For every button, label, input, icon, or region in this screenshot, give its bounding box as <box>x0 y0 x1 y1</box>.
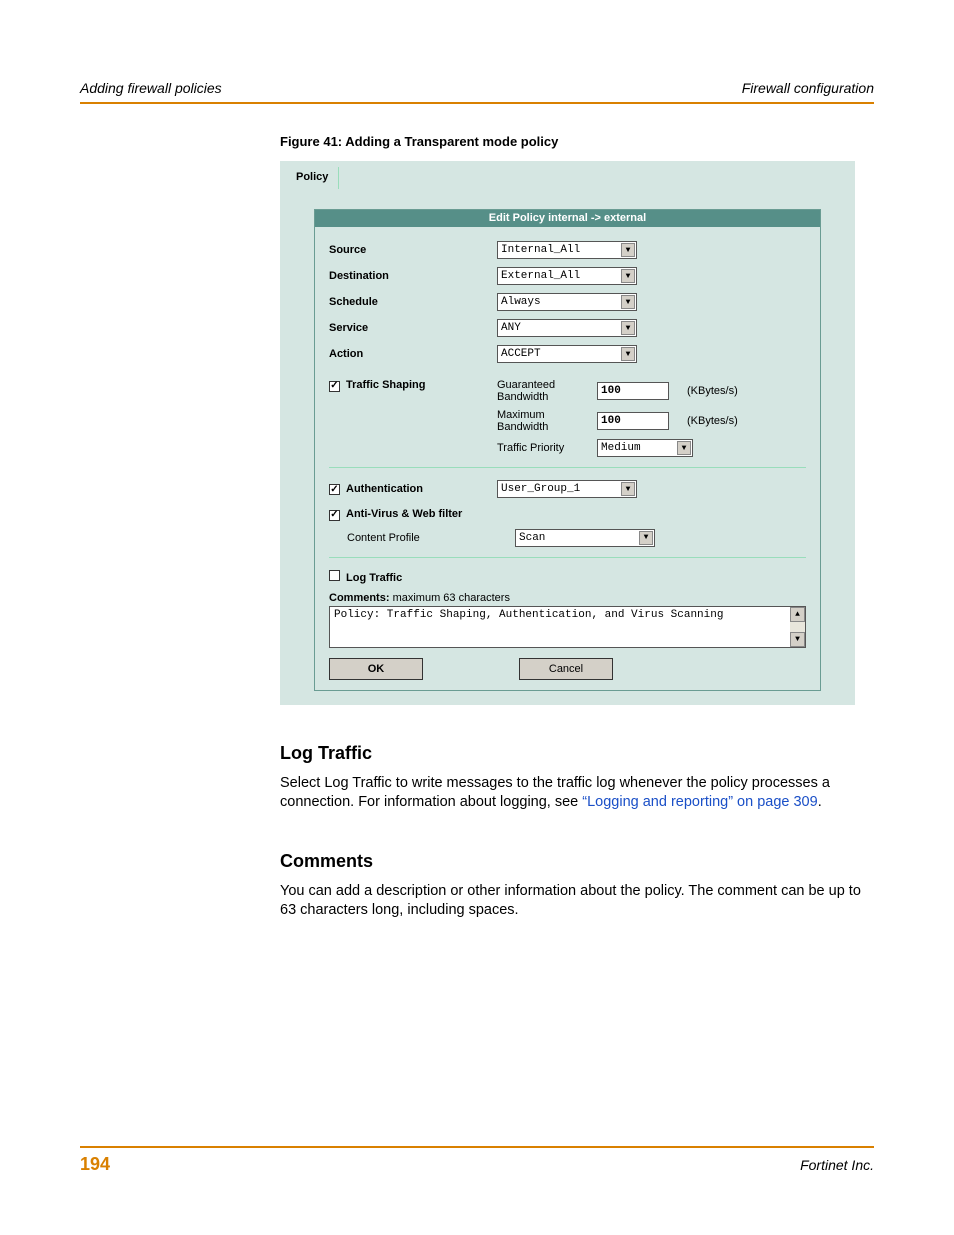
action-label: Action <box>329 348 497 360</box>
chevron-down-icon: ▼ <box>639 531 653 545</box>
tab-policy[interactable]: Policy <box>290 167 339 189</box>
page-footer: 194 Fortinet Inc. <box>80 1146 874 1175</box>
form-titlebar: Edit Policy internal -> external <box>315 210 820 227</box>
footer-company: Fortinet Inc. <box>800 1157 874 1173</box>
content-profile-label: Content Profile <box>329 532 515 544</box>
chevron-down-icon: ▼ <box>621 295 635 309</box>
comments-paragraph: You can add a description or other infor… <box>280 882 870 921</box>
page-number: 194 <box>80 1154 110 1175</box>
comments-label-row: Comments: maximum 63 characters <box>329 592 806 604</box>
scroll-down-icon[interactable]: ▼ <box>790 632 805 647</box>
source-label: Source <box>329 244 497 256</box>
service-select[interactable]: ANY ▼ <box>497 319 637 337</box>
header-left: Adding firewall policies <box>80 80 222 96</box>
antivirus-checkbox-label: ✓Anti-Virus & Web filter <box>329 508 497 521</box>
scroll-up-icon[interactable]: ▲ <box>790 607 805 622</box>
schedule-select[interactable]: Always ▼ <box>497 293 637 311</box>
divider <box>329 557 806 558</box>
cancel-button[interactable]: Cancel <box>519 658 613 680</box>
log-traffic-paragraph: Select Log Traffic to write messages to … <box>280 774 870 813</box>
chevron-down-icon: ▼ <box>621 269 635 283</box>
page-running-header: Adding firewall policies Firewall config… <box>80 80 874 104</box>
action-select[interactable]: ACCEPT ▼ <box>497 345 637 363</box>
traffic-shaping-checkbox[interactable]: ✓ <box>329 381 340 392</box>
traffic-priority-select[interactable]: Medium ▼ <box>597 439 693 457</box>
chevron-down-icon: ▼ <box>677 441 691 455</box>
antivirus-checkbox[interactable]: ✓ <box>329 510 340 521</box>
comments-textarea[interactable]: Policy: Traffic Shaping, Authentication,… <box>329 606 806 648</box>
logging-xref-link[interactable]: “Logging and reporting” on page 309 <box>582 794 817 810</box>
service-label: Service <box>329 322 497 334</box>
traffic-priority-label: Traffic Priority <box>497 442 597 454</box>
log-traffic-checkbox[interactable] <box>329 570 340 581</box>
policy-form: Edit Policy internal -> external Source … <box>314 209 821 691</box>
log-traffic-checkbox-label: Log Traffic <box>329 570 497 584</box>
comments-heading: Comments <box>280 851 874 872</box>
ok-button[interactable]: OK <box>329 658 423 680</box>
schedule-label: Schedule <box>329 296 497 308</box>
content-profile-select[interactable]: Scan ▼ <box>515 529 655 547</box>
maximum-bw-label: Maximum Bandwidth <box>497 409 597 433</box>
guaranteed-bw-unit: (KBytes/s) <box>687 385 738 397</box>
guaranteed-bw-input[interactable]: 100 <box>597 382 669 400</box>
scrollbar[interactable]: ▲ ▼ <box>790 607 805 647</box>
maximum-bw-unit: (KBytes/s) <box>687 415 738 427</box>
chevron-down-icon: ▼ <box>621 243 635 257</box>
chevron-down-icon: ▼ <box>621 321 635 335</box>
guaranteed-bw-label: Guaranteed Bandwidth <box>497 379 597 403</box>
divider <box>329 467 806 468</box>
source-select[interactable]: Internal_All ▼ <box>497 241 637 259</box>
maximum-bw-input[interactable]: 100 <box>597 412 669 430</box>
authentication-select[interactable]: User_Group_1 ▼ <box>497 480 637 498</box>
header-right: Firewall configuration <box>742 80 874 96</box>
tab-label: Policy <box>296 171 328 183</box>
comments-value: Policy: Traffic Shaping, Authentication,… <box>334 609 723 645</box>
traffic-shaping-checkbox-label: ✓Traffic Shaping <box>329 379 497 392</box>
chevron-down-icon: ▼ <box>621 482 635 496</box>
authentication-checkbox-label: ✓Authentication <box>329 483 497 496</box>
policy-editor-screenshot: Policy Edit Policy internal -> external … <box>280 161 855 705</box>
log-traffic-heading: Log Traffic <box>280 743 874 764</box>
chevron-down-icon: ▼ <box>621 347 635 361</box>
destination-select[interactable]: External_All ▼ <box>497 267 637 285</box>
tab-row: Policy <box>280 161 855 189</box>
figure-caption: Figure 41: Adding a Transparent mode pol… <box>280 134 874 149</box>
authentication-checkbox[interactable]: ✓ <box>329 484 340 495</box>
destination-label: Destination <box>329 270 497 282</box>
